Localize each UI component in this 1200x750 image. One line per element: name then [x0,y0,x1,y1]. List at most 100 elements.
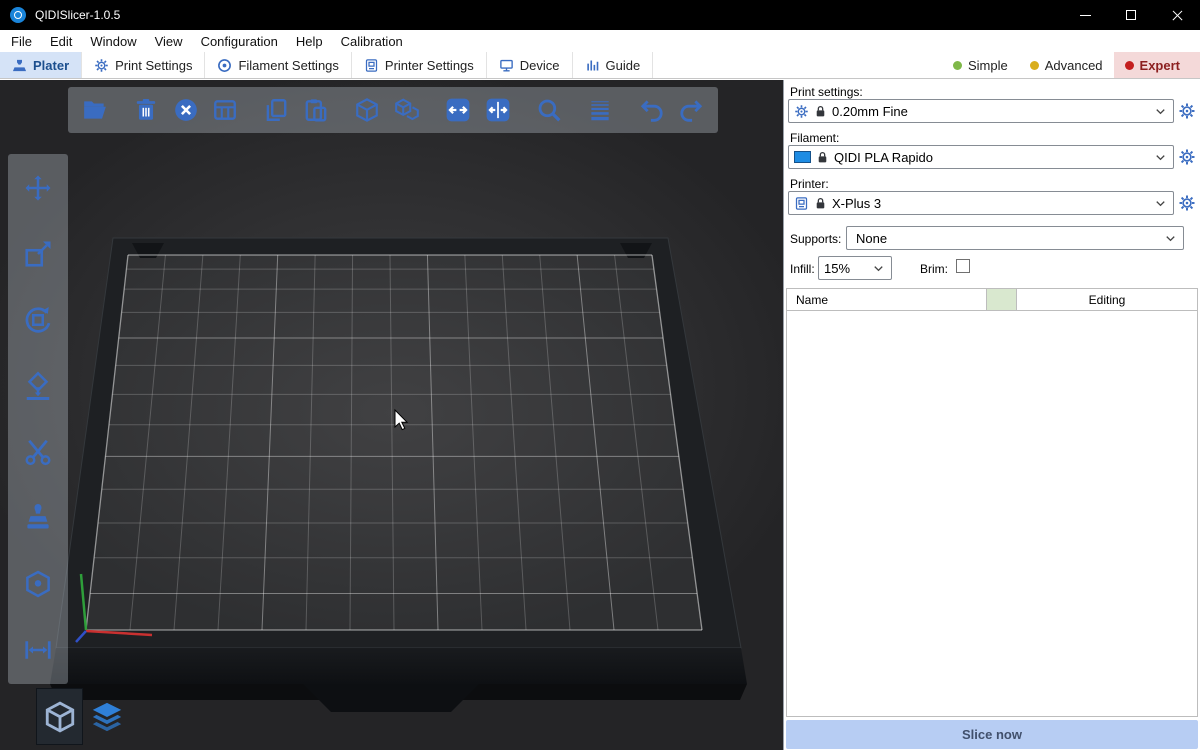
print-settings-gear-button[interactable] [1178,102,1196,120]
move-tool-button[interactable] [18,168,58,208]
column-header-editing: Editing [1017,289,1197,310]
measure-tool-button[interactable] [18,630,58,670]
layer-height-icon [587,97,613,123]
trash-icon [133,97,159,123]
top-toolbar [68,87,718,133]
tab-filament-settings[interactable]: Filament Settings [205,52,351,78]
rotate-icon [23,305,53,335]
printer-gear-button[interactable] [1178,194,1196,212]
maximize-button[interactable] [1108,0,1154,30]
right-panel: Print settings: 0.20mm Fine Filament: QI… [783,80,1200,750]
tab-printer-settings[interactable]: Printer Settings [352,52,487,78]
menu-help[interactable]: Help [287,30,332,52]
stamp-icon [23,503,53,533]
chevron-down-icon [1153,150,1168,165]
open-button[interactable] [78,93,111,127]
add-instance-button[interactable] [351,93,384,127]
menu-calibration[interactable]: Calibration [332,30,412,52]
printer-select[interactable]: X-Plus 3 [788,191,1174,215]
split-to-objects-button[interactable] [441,93,474,127]
delete-button[interactable] [129,93,162,127]
split-objects-icon [445,97,471,123]
scale-tool-button[interactable] [18,234,58,274]
print-settings-icon [94,58,109,73]
mode-advanced[interactable]: Advanced [1019,52,1114,78]
viewport-3d[interactable] [0,80,783,750]
object-list[interactable]: Name Editing [786,288,1198,717]
tab-guide[interactable]: Guide [573,52,654,78]
split-parts-icon [485,97,511,123]
object-list-body[interactable] [787,311,1197,716]
title-bar[interactable]: QIDISlicer-1.0.5 [0,0,1200,30]
copy-icon [263,97,289,123]
split-to-parts-button[interactable] [481,93,514,127]
copy-button[interactable] [260,93,293,127]
folder-open-icon [82,97,108,123]
window-title: QIDISlicer-1.0.5 [35,8,120,22]
filament-gear-button[interactable] [1178,148,1196,166]
plater-icon [12,58,27,73]
tab-device[interactable]: Device [487,52,573,78]
menu-window[interactable]: Window [81,30,145,52]
scissors-icon [23,437,53,467]
layers-preview-icon [90,700,124,734]
circle-x-icon [173,97,199,123]
guide-icon [585,58,600,73]
cut-tool-button[interactable] [18,432,58,472]
menu-bar: File Edit Window View Configuration Help… [0,30,1200,52]
menu-configuration[interactable]: Configuration [192,30,287,52]
infill-select[interactable]: 15% [818,256,892,280]
filament-select[interactable]: QIDI PLA Rapido [788,145,1174,169]
tab-plater[interactable]: Plater [0,52,82,78]
mode-simple[interactable]: Simple [942,52,1019,78]
chevron-down-icon [1153,196,1168,211]
redo-icon [678,97,704,123]
column-header-extruder [987,289,1017,310]
view-preview-button[interactable] [83,688,130,745]
expert-mode-dot-icon [1125,61,1134,70]
gear-icon [1178,148,1196,166]
arrange-grid-icon [212,97,238,123]
tab-print-settings[interactable]: Print Settings [82,52,205,78]
move-icon [23,173,53,203]
rotate-tool-button[interactable] [18,300,58,340]
measure-icon [23,635,53,665]
menu-edit[interactable]: Edit [41,30,81,52]
supports-select[interactable]: None [846,226,1184,250]
view-3d-editor-button[interactable] [36,688,83,745]
printer-settings-icon [364,58,379,73]
menu-view[interactable]: View [146,30,192,52]
flatten-icon [23,371,53,401]
delete-all-button[interactable] [169,93,202,127]
variable-layer-height-button[interactable] [584,93,617,127]
place-on-face-button[interactable] [18,366,58,406]
gear-icon [1178,102,1196,120]
left-toolbar [8,154,68,684]
brim-checkbox[interactable] [956,259,970,273]
minimize-button[interactable] [1062,0,1108,30]
undo-button[interactable] [635,93,668,127]
close-button[interactable] [1154,0,1200,30]
cube-icon [354,97,380,123]
supports-label: Supports: [790,232,841,246]
remove-instance-button[interactable] [390,93,423,127]
slice-now-button[interactable]: Slice now [786,720,1198,749]
cubes-icon [394,97,420,123]
printer-label: Printer: [790,177,829,191]
column-header-name: Name [787,289,987,310]
redo-button[interactable] [674,93,707,127]
arrange-button[interactable] [208,93,241,127]
paste-button[interactable] [299,93,332,127]
filament-label: Filament: [790,131,839,145]
mode-expert[interactable]: Expert [1114,52,1200,78]
mode-switcher: Simple Advanced Expert [942,52,1200,78]
filament-color-swatch [794,151,811,163]
print-settings-select[interactable]: 0.20mm Fine [788,99,1174,123]
paint-supports-button[interactable] [18,498,58,538]
search-button[interactable] [532,93,565,127]
seam-tool-button[interactable] [18,564,58,604]
print-settings-label: Print settings: [790,85,863,99]
close-icon [1171,9,1184,22]
menu-file[interactable]: File [2,30,41,52]
window-controls [1062,0,1200,30]
